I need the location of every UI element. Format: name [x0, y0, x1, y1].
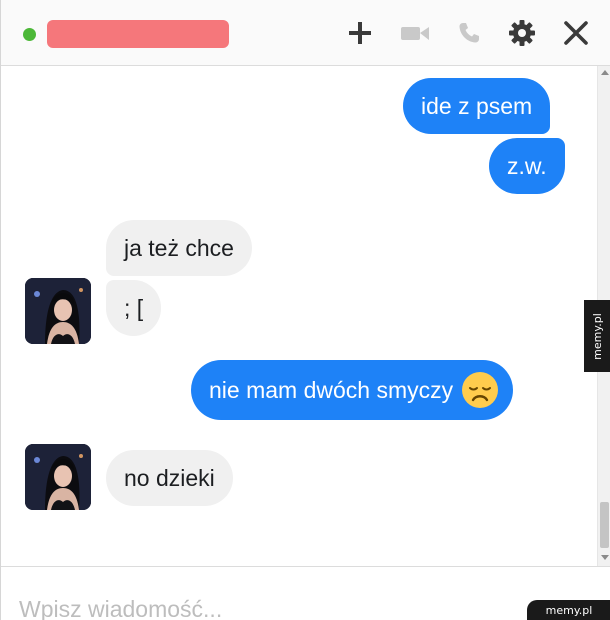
- message-text: nie mam dwóch smyczy: [209, 377, 454, 403]
- watermark-side-text: memy.pl: [591, 312, 604, 360]
- message-composer: [1, 566, 610, 620]
- incoming-message[interactable]: no dzieki: [106, 450, 233, 506]
- incoming-message[interactable]: ; [: [106, 280, 162, 336]
- disappointed-face-icon: [461, 371, 499, 409]
- watermark-corner-text: memy.pl: [545, 603, 593, 617]
- online-status-dot: [23, 28, 36, 41]
- message-text: ide z psem: [421, 93, 533, 119]
- scroll-thumb[interactable]: [600, 502, 609, 548]
- chat-window: ide z psem z.w. ja też chce ; [ nie mam …: [0, 0, 610, 620]
- scroll-down-icon[interactable]: [601, 555, 609, 560]
- chat-header: [1, 0, 610, 66]
- avatar[interactable]: [25, 444, 91, 510]
- avatar[interactable]: [25, 278, 91, 344]
- message-list[interactable]: ide z psem z.w. ja też chce ; [ nie mam …: [1, 66, 597, 566]
- gear-icon[interactable]: [507, 18, 537, 48]
- message-text: no dzieki: [124, 465, 215, 491]
- video-camera-icon[interactable]: [400, 18, 430, 48]
- watermark-side: memy.pl: [584, 300, 610, 372]
- message-text: z.w.: [507, 153, 547, 179]
- incoming-message[interactable]: ja też chce: [106, 220, 252, 276]
- outgoing-message[interactable]: z.w.: [489, 138, 565, 194]
- contact-name-redacted[interactable]: [47, 20, 229, 48]
- message-input[interactable]: [19, 593, 499, 620]
- message-text: ; [: [124, 295, 144, 321]
- scroll-up-icon[interactable]: [601, 70, 609, 75]
- phone-icon[interactable]: [454, 18, 484, 48]
- watermark-corner: memy.pl: [527, 600, 610, 620]
- message-text: ja też chce: [124, 235, 234, 261]
- plus-icon[interactable]: [345, 18, 375, 48]
- outgoing-message[interactable]: nie mam dwóch smyczy: [191, 360, 514, 420]
- close-icon[interactable]: [561, 18, 591, 48]
- outgoing-message[interactable]: ide z psem: [403, 78, 551, 134]
